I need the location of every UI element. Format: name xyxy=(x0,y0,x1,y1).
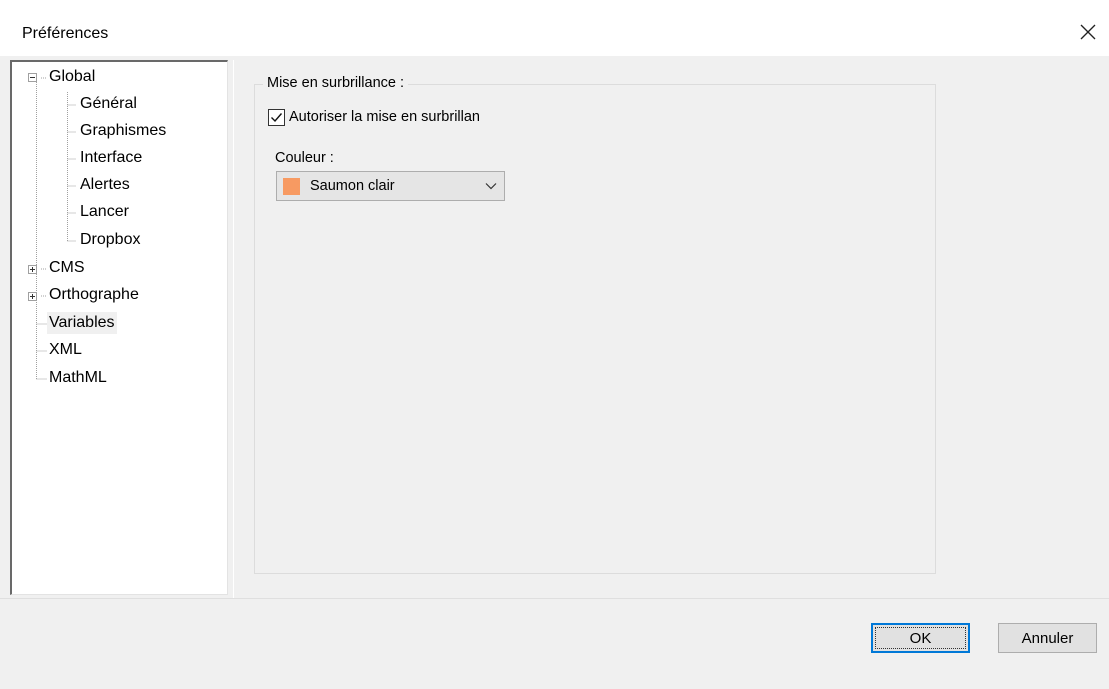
tree-item-cms[interactable]: CMS xyxy=(47,257,87,279)
tree-item-interface[interactable]: Interface xyxy=(78,147,144,169)
tree-item-general[interactable]: Général xyxy=(78,93,139,115)
tree-item-label: Dropbox xyxy=(80,231,141,248)
cancel-button[interactable]: Annuler xyxy=(998,623,1097,653)
tree-item-xml[interactable]: XML xyxy=(47,339,84,361)
close-icon xyxy=(1080,24,1096,40)
focus-rectangle xyxy=(875,627,966,649)
expand-icon[interactable] xyxy=(28,265,37,274)
tree-item-label: MathML xyxy=(49,369,107,386)
allow-highlight-option[interactable]: Autoriser la mise en surbrillan xyxy=(268,106,480,128)
tree-item-label: Global xyxy=(49,68,96,85)
color-select-value: Saumon clair xyxy=(310,178,395,194)
tree-item-lancer[interactable]: Lancer xyxy=(78,201,131,223)
tree-item-label: Variables xyxy=(49,314,115,331)
tree-item-alertes[interactable]: Alertes xyxy=(78,174,132,196)
close-button[interactable] xyxy=(1070,14,1106,50)
tree-item-graphismes[interactable]: Graphismes xyxy=(78,120,168,142)
allow-highlight-label: Autoriser la mise en surbrillan xyxy=(289,109,480,125)
tree-item-label: Interface xyxy=(80,149,143,166)
tree-item-label: CMS xyxy=(49,259,85,276)
cancel-button-label: Annuler xyxy=(1021,629,1074,647)
title-bar: Préférences xyxy=(0,0,1109,56)
tree-item-label: XML xyxy=(49,341,82,358)
checkmark-icon xyxy=(271,112,283,122)
footer-divider xyxy=(0,598,1109,599)
tree-item-label: Orthographe xyxy=(49,286,139,303)
highlight-group xyxy=(254,84,936,574)
category-tree[interactable]: Global Général Graphismes Interface Aler… xyxy=(10,60,228,595)
color-select[interactable]: Saumon clair xyxy=(276,171,505,201)
tree-item-orthographe[interactable]: Orthographe xyxy=(47,284,141,306)
chevron-down-icon xyxy=(485,183,497,190)
collapse-icon[interactable] xyxy=(28,73,37,82)
ok-button[interactable]: OK xyxy=(871,623,970,653)
tree-item-variables[interactable]: Variables xyxy=(47,312,117,334)
highlight-group-title: Mise en surbrillance : xyxy=(263,73,408,93)
tree-item-global[interactable]: Global xyxy=(47,66,97,88)
allow-highlight-checkbox[interactable] xyxy=(268,108,285,126)
tree-item-mathml[interactable]: MathML xyxy=(47,367,109,389)
expand-icon[interactable] xyxy=(28,292,37,301)
tree-item-label: Lancer xyxy=(80,203,129,220)
color-swatch xyxy=(283,177,300,195)
window-title: Préférences xyxy=(22,25,109,42)
tree-item-dropbox[interactable]: Dropbox xyxy=(78,229,142,251)
tree-item-label: Graphismes xyxy=(80,122,167,139)
tree-item-label: Général xyxy=(80,95,137,112)
color-label: Couleur : xyxy=(275,150,334,166)
tree-item-label: Alertes xyxy=(80,176,130,193)
